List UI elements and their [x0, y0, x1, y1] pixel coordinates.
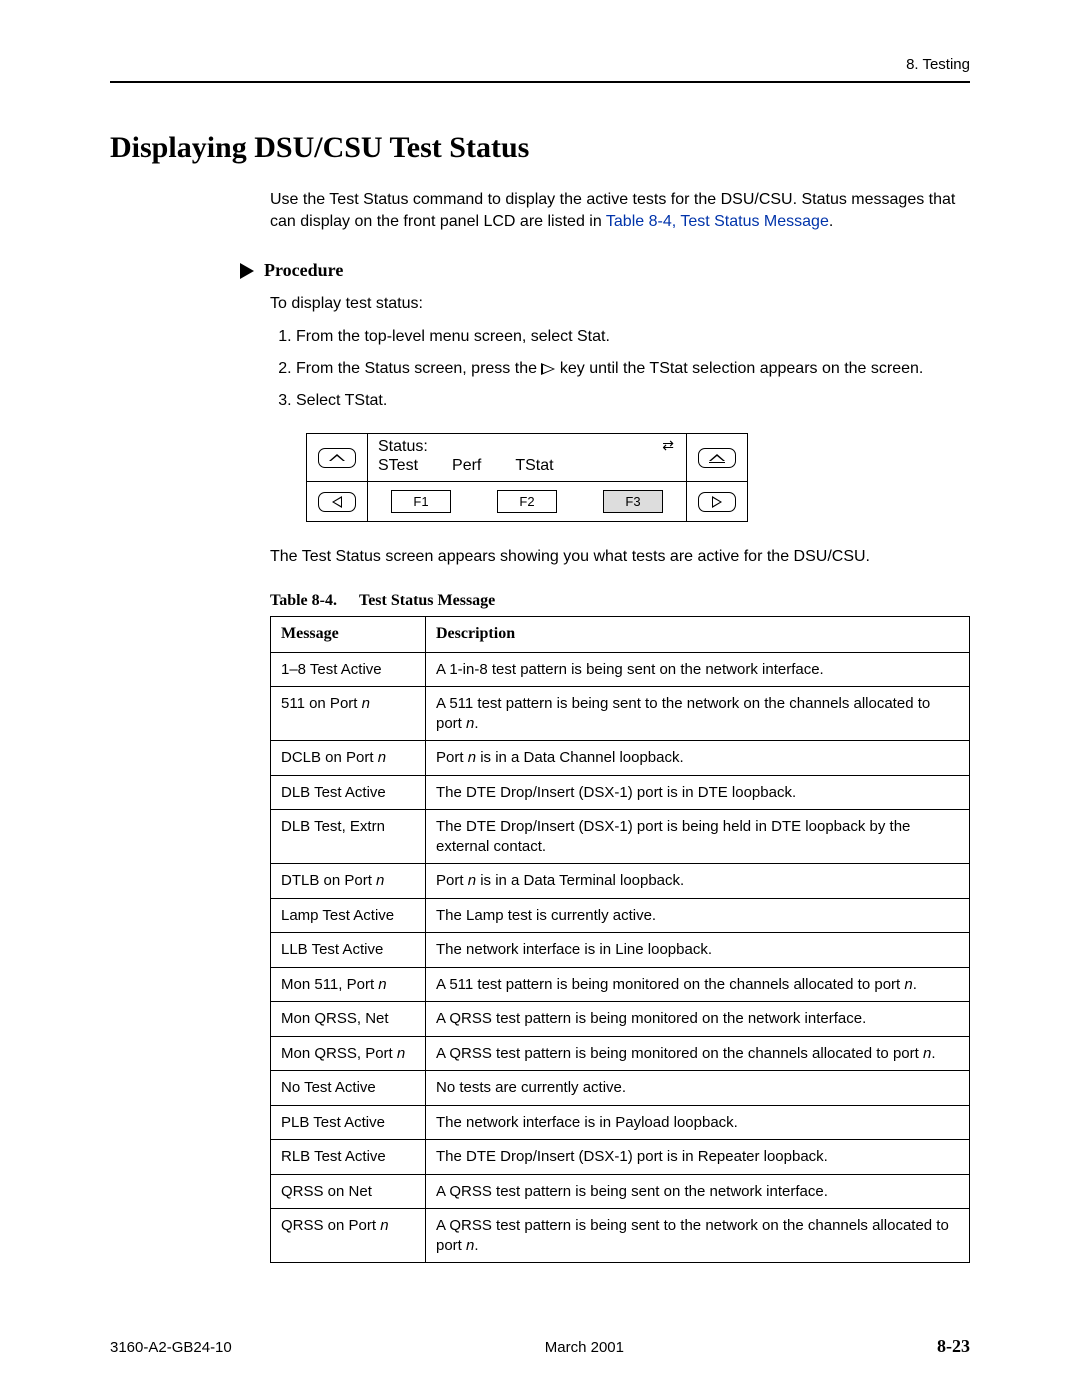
table-cell-message: Mon QRSS, Port n	[271, 1036, 426, 1071]
table-caption-title: Test Status Message	[359, 592, 495, 609]
result-paragraph: The Test Status screen appears showing y…	[270, 546, 970, 568]
lcd-function-key[interactable]: F3	[603, 490, 663, 513]
lcd-title-line: Status:	[378, 438, 676, 456]
table-row: Mon QRSS, NetA QRSS test pattern is bein…	[271, 1002, 970, 1037]
table-cell-description: The network interface is in Line loopbac…	[426, 933, 970, 968]
table-row: PLB Test ActiveThe network interface is …	[271, 1105, 970, 1140]
lcd-panel: ⇄ Status: STest Perf TStat F1 F2 F3	[306, 433, 748, 522]
table-caption-label: Table 8-4.	[270, 592, 337, 609]
table-cell-message: Mon 511, Port n	[271, 967, 426, 1002]
footer-page-number: 8-23	[937, 1336, 970, 1357]
triangle-right-icon	[240, 263, 254, 279]
procedure-steps: From the top-level menu screen, select S…	[296, 325, 970, 413]
table-cell-message: DLB Test, Extrn	[271, 810, 426, 864]
table-row: 511 on Port nA 511 test pattern is being…	[271, 687, 970, 741]
table-cell-message: DLB Test Active	[271, 775, 426, 810]
table-cell-description: A QRSS test pattern is being monitored o…	[426, 1002, 970, 1037]
lcd-nav-up-button[interactable]	[307, 440, 367, 476]
footer-doc-id: 3160-A2-GB24-10	[110, 1339, 232, 1356]
table-row: No Test ActiveNo tests are currently act…	[271, 1071, 970, 1106]
lcd-menu-option[interactable]: Perf	[452, 457, 481, 475]
test-status-message-table: Message Description 1–8 Test ActiveA 1-i…	[270, 616, 970, 1263]
table-cell-description: The network interface is in Payload loop…	[426, 1105, 970, 1140]
lcd-options-row: STest Perf TStat	[378, 457, 676, 475]
intro-text-after: .	[829, 213, 833, 230]
table-cell-message: Mon QRSS, Net	[271, 1002, 426, 1037]
procedure-lead: To display test status:	[270, 295, 970, 313]
lcd-function-key[interactable]: F2	[497, 490, 557, 513]
table-cell-message: Lamp Test Active	[271, 898, 426, 933]
lcd-menu-option[interactable]: STest	[378, 457, 418, 475]
table-cell-message: 511 on Port n	[271, 687, 426, 741]
table-cell-description: Port n is in a Data Terminal loopback.	[426, 864, 970, 899]
lcd-eject-button[interactable]	[687, 440, 747, 476]
procedure-heading: Procedure	[264, 260, 343, 281]
procedure-step: From the Status screen, press the key un…	[296, 357, 970, 381]
right-icon	[712, 496, 722, 508]
table-cell-message: No Test Active	[271, 1071, 426, 1106]
header-rule	[110, 81, 970, 83]
swap-arrows-icon: ⇄	[662, 438, 674, 452]
table-row: Lamp Test ActiveThe Lamp test is current…	[271, 898, 970, 933]
lcd-menu-option[interactable]: TStat	[515, 457, 553, 475]
table-cell-description: A QRSS test pattern is being sent on the…	[426, 1174, 970, 1209]
table-cell-description: A QRSS test pattern is being sent to the…	[426, 1209, 970, 1263]
table-reference-link[interactable]: Table 8-4, Test Status Message	[606, 213, 829, 230]
table-cell-description: A 1-in-8 test pattern is being sent on t…	[426, 652, 970, 687]
procedure-step: Select TStat.	[296, 389, 970, 413]
table-row: QRSS on NetA QRSS test pattern is being …	[271, 1174, 970, 1209]
table-cell-message: QRSS on Net	[271, 1174, 426, 1209]
table-row: Mon 511, Port nA 511 test pattern is bei…	[271, 967, 970, 1002]
table-cell-description: The DTE Drop/Insert (DSX-1) port is in D…	[426, 775, 970, 810]
footer-date: March 2001	[545, 1339, 624, 1356]
lcd-function-key[interactable]: F1	[391, 490, 451, 513]
left-icon	[332, 496, 342, 508]
lcd-nav-right-button[interactable]	[687, 484, 747, 520]
table-cell-description: Port n is in a Data Channel loopback.	[426, 741, 970, 776]
right-key-icon	[541, 363, 555, 375]
table-cell-description: The DTE Drop/Insert (DSX-1) port is in R…	[426, 1140, 970, 1175]
table-cell-message: DCLB on Port n	[271, 741, 426, 776]
page-footer: 3160-A2-GB24-10 March 2001 8-23	[110, 1336, 970, 1357]
lcd-function-keys: F1 F2 F3	[367, 482, 687, 521]
table-row: DTLB on Port nPort n is in a Data Termin…	[271, 864, 970, 899]
table-row: DLB Test ActiveThe DTE Drop/Insert (DSX-…	[271, 775, 970, 810]
up-icon	[329, 454, 345, 461]
table-cell-description: A QRSS test pattern is being monitored o…	[426, 1036, 970, 1071]
table-cell-message: PLB Test Active	[271, 1105, 426, 1140]
table-row: QRSS on Port nA QRSS test pattern is bei…	[271, 1209, 970, 1263]
table-row: 1–8 Test ActiveA 1-in-8 test pattern is …	[271, 652, 970, 687]
table-row: DCLB on Port nPort n is in a Data Channe…	[271, 741, 970, 776]
table-cell-description: The Lamp test is currently active.	[426, 898, 970, 933]
table-cell-description: No tests are currently active.	[426, 1071, 970, 1106]
table-header-message: Message	[271, 616, 426, 652]
table-cell-message: RLB Test Active	[271, 1140, 426, 1175]
chapter-header: 8. Testing	[110, 56, 970, 73]
lcd-nav-left-button[interactable]	[307, 484, 367, 520]
table-cell-description: A 511 test pattern is being monitored on…	[426, 967, 970, 1002]
table-row: LLB Test ActiveThe network interface is …	[271, 933, 970, 968]
table-cell-message: QRSS on Port n	[271, 1209, 426, 1263]
table-row: Mon QRSS, Port nA QRSS test pattern is b…	[271, 1036, 970, 1071]
table-cell-message: LLB Test Active	[271, 933, 426, 968]
eject-icon	[709, 454, 725, 461]
table-row: DLB Test, ExtrnThe DTE Drop/Insert (DSX-…	[271, 810, 970, 864]
table-caption: Table 8-4. Test Status Message	[270, 592, 970, 610]
table-cell-message: 1–8 Test Active	[271, 652, 426, 687]
table-cell-description: The DTE Drop/Insert (DSX-1) port is bein…	[426, 810, 970, 864]
table-cell-message: DTLB on Port n	[271, 864, 426, 899]
intro-paragraph: Use the Test Status command to display t…	[270, 189, 970, 232]
table-row: RLB Test ActiveThe DTE Drop/Insert (DSX-…	[271, 1140, 970, 1175]
page-title: Displaying DSU/CSU Test Status	[110, 131, 970, 165]
procedure-heading-row: Procedure	[240, 260, 970, 281]
procedure-step: From the top-level menu screen, select S…	[296, 325, 970, 349]
table-header-description: Description	[426, 616, 970, 652]
table-cell-description: A 511 test pattern is being sent to the …	[426, 687, 970, 741]
